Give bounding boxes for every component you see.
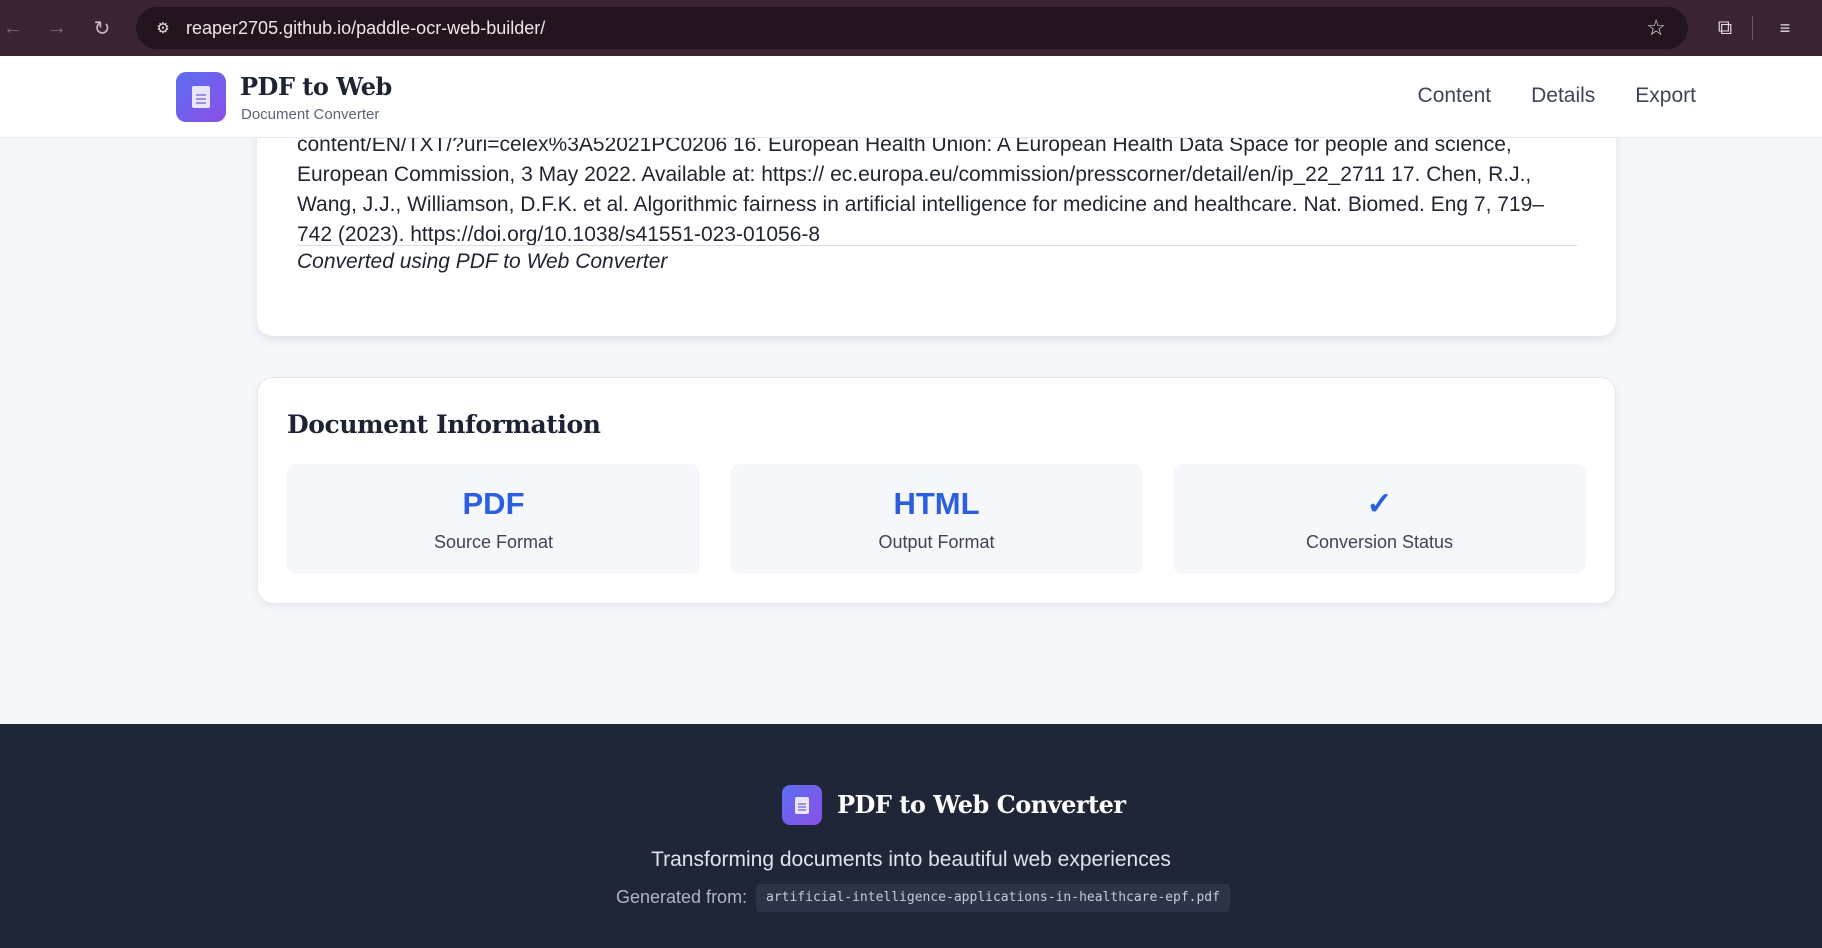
converted-note: Converted using PDF to Web Converter <box>297 250 668 273</box>
generated-from-label: Generated from: <box>616 887 748 907</box>
divider <box>297 245 1577 246</box>
site-footer: PDF to Web Converter Transforming docume… <box>0 724 1822 948</box>
extensions-icon[interactable]: ⧉ <box>1708 11 1742 45</box>
brand-subtitle: Document Converter <box>241 106 380 123</box>
main-nav: Content Details Export <box>1418 84 1696 108</box>
footer-logo-icon <box>782 785 822 825</box>
address-bar[interactable]: ⚙ reaper2705.github.io/paddle-ocr-web-bu… <box>136 7 1688 49</box>
footer-title: PDF to Web Converter <box>837 790 1126 819</box>
source-format-label: Source Format <box>433 532 554 552</box>
section-title: Document Information <box>287 410 601 439</box>
nav-link-export[interactable]: Export <box>1635 84 1696 108</box>
site-header: PDF to Web Document Converter Content De… <box>0 56 1822 138</box>
browser-toolbar: ← → ↻ ⚙ reaper2705.github.io/paddle-ocr-… <box>0 0 1822 56</box>
conversion-status-tile: ✓ Conversion Status <box>1173 464 1586 574</box>
footer-tagline: Transforming documents into beautiful we… <box>651 848 1171 871</box>
bookmark-star-icon[interactable]: ☆ <box>1646 15 1666 41</box>
forward-arrow-icon[interactable]: → <box>40 11 74 45</box>
source-format-value: PDF <box>462 486 525 521</box>
source-format-tile: PDF Source Format <box>287 464 700 574</box>
source-filename: artificial-intelligence-applications-in-… <box>756 884 1230 912</box>
media-controls-icon[interactable]: ≡ <box>1768 11 1802 45</box>
back-arrow-icon[interactable]: ← <box>0 11 30 45</box>
site-info-icon[interactable]: ⚙ <box>144 19 182 37</box>
document-information-card: Document Information PDF Source Format H… <box>257 377 1616 604</box>
nav-link-details[interactable]: Details <box>1531 84 1595 108</box>
nav-link-content[interactable]: Content <box>1418 84 1492 108</box>
reload-icon[interactable]: ↻ <box>85 11 119 45</box>
brand-title[interactable]: PDF to Web <box>240 72 392 101</box>
checkmark-icon: ✓ <box>1366 486 1393 521</box>
url-text[interactable]: reaper2705.github.io/paddle-ocr-web-buil… <box>186 18 545 39</box>
output-format-tile: HTML Output Format <box>730 464 1143 574</box>
toolbar-divider <box>1752 16 1753 40</box>
logo-icon[interactable] <box>176 72 226 122</box>
output-format-label: Output Format <box>878 532 995 552</box>
output-format-value: HTML <box>893 486 980 521</box>
conversion-status-label: Conversion Status <box>1305 532 1454 552</box>
reference-text: content/EN/TXT/?uri=celex%3A52021PC0206 … <box>297 133 1544 246</box>
